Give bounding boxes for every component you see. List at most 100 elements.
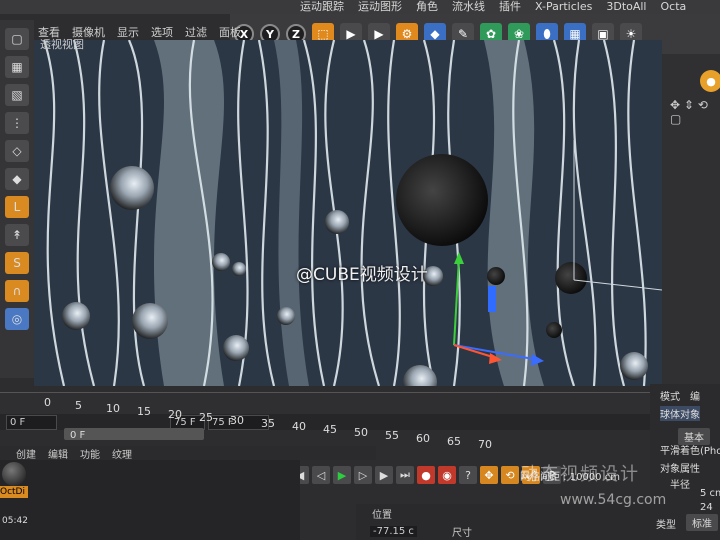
timeline-tick-label: 10	[106, 402, 120, 415]
size-section-label: 尺寸	[452, 528, 472, 539]
attr-radius-field[interactable]: 5 cm	[700, 488, 720, 499]
sphere	[223, 335, 249, 361]
rotate-key-button[interactable]: ⟲	[501, 466, 519, 484]
axis-z-label: Z	[292, 27, 300, 41]
sphere	[212, 253, 230, 271]
timeline-tick-label: 20	[168, 408, 182, 421]
attr-object-name[interactable]: 球体对象	[660, 406, 700, 421]
timeline-tick-label: 25	[199, 411, 213, 424]
points-mode-icon[interactable]: ⋮	[5, 112, 29, 134]
snap-icon[interactable]: S	[5, 252, 29, 274]
position-section-label: 位置	[372, 510, 392, 521]
prev-frame-button[interactable]: ◁	[312, 466, 330, 484]
large-sphere	[396, 154, 488, 246]
menu-pipeline[interactable]: 流水线	[452, 0, 485, 14]
attr-radius-label: 半径	[670, 480, 690, 491]
timeline-tick-label: 50	[354, 426, 368, 439]
edges-mode-icon[interactable]: ◇	[5, 140, 29, 162]
material-manager-area[interactable]	[0, 460, 300, 540]
texture-mode-icon[interactable]: ▦	[5, 56, 29, 78]
attr-type-dropdown[interactable]: 标准	[686, 514, 718, 531]
sphere	[620, 352, 648, 380]
timeline-tick-label: 65	[447, 435, 461, 448]
timeline-tick-label: 30	[230, 414, 244, 427]
attr-type-label: 类型	[656, 520, 676, 531]
viewport-scene	[34, 40, 662, 386]
left-tool-palette: ▢ ▦ ▧ ⋮ ◇ ◆ L ↟ S ∩ ◎	[0, 20, 34, 378]
attr-edit-menu[interactable]: 编	[690, 388, 700, 403]
keyframe-selection-button[interactable]: ?	[459, 466, 477, 484]
mat-menu-function[interactable]: 功能	[80, 446, 100, 461]
sphere	[110, 166, 154, 210]
timeline-tick-label: 0	[44, 396, 51, 409]
weibo-watermark: @CUBE视频设计	[296, 265, 428, 285]
sphere	[62, 302, 90, 330]
record-button[interactable]: ●	[417, 466, 435, 484]
attr-segments-field[interactable]: 24	[700, 502, 713, 513]
timeline-tick-label: 15	[137, 405, 151, 418]
coordinates-panel: 位置 尺寸 -77.15 c	[356, 504, 656, 540]
vp-menu-filter[interactable]: 过滤	[185, 24, 207, 40]
menu-octane[interactable]: Octa	[661, 0, 687, 14]
timeline-tick-label: 55	[385, 429, 399, 442]
mat-menu-texture[interactable]: 纹理	[112, 446, 132, 461]
goto-end-button[interactable]: ⏭	[396, 466, 414, 484]
axis-mode-icon[interactable]: L	[5, 196, 29, 218]
axis-x-label: X	[239, 27, 249, 41]
menu-plugins[interactable]: 插件	[499, 0, 521, 14]
viewport-nav-icons[interactable]: ✥ ⇕ ⟲ ▢	[670, 98, 720, 126]
play-button[interactable]: ▶	[333, 466, 351, 484]
sphere	[232, 262, 246, 276]
sphere	[487, 267, 505, 285]
menu-3dtoall[interactable]: 3DtoAll	[606, 0, 646, 14]
attr-smooth-tag[interactable]: 平滑着色(Phon	[660, 442, 720, 457]
material-manager-menu: 创建 编辑 功能 纹理	[0, 446, 376, 461]
timeline-tick-label: 35	[261, 417, 275, 430]
sphere	[325, 210, 349, 234]
timeline-tick-label: 60	[416, 432, 430, 445]
vp-menu-display[interactable]: 显示	[117, 24, 139, 40]
start-frame-label: 0 F	[70, 430, 86, 441]
vp-menu-panel[interactable]: 面板	[219, 24, 241, 40]
sphere	[546, 322, 562, 338]
attributes-panel: 模式 编 球体对象 基本 平滑着色(Phon 对象属性 半径 5 cm 24 类…	[650, 384, 720, 540]
vp-menu-options[interactable]: 选项	[151, 24, 173, 40]
attr-mode-menu[interactable]: 模式	[660, 388, 680, 403]
current-frame-field[interactable]: 0 F	[6, 415, 57, 430]
tweak-icon[interactable]: ↟	[5, 224, 29, 246]
mat-menu-edit[interactable]: 编辑	[48, 446, 68, 461]
menu-character[interactable]: 角色	[416, 0, 438, 14]
model-mode-icon[interactable]: ▢	[5, 28, 29, 50]
next-frame-button[interactable]: ▷	[354, 466, 372, 484]
next-key-button[interactable]: ▶	[375, 466, 393, 484]
material-name[interactable]: OctDi	[0, 486, 28, 498]
sphere	[277, 307, 295, 325]
octane-logo-icon[interactable]: ●	[700, 70, 720, 92]
sphere	[132, 303, 168, 339]
timeline-tick-label: 5	[75, 399, 82, 412]
workplane-icon[interactable]: ▧	[5, 84, 29, 106]
mat-menu-create[interactable]: 创建	[16, 446, 36, 461]
polygons-mode-icon[interactable]: ◆	[5, 168, 29, 190]
magnet-icon[interactable]: ∩	[5, 280, 29, 302]
brand-url: www.54cg.com	[560, 492, 667, 508]
timeline-tick-label: 70	[478, 438, 492, 451]
playback-controls: ⏮ ◀ ◁ ▶ ▷ ▶ ⏭ ● ◉ ? ✥ ⟲ ⤢ P	[270, 466, 561, 486]
c4d-window: 运动跟踪 运动图形 角色 流水线 插件 X-Particles 3DtoAll …	[0, 0, 720, 540]
render-time: 05:42	[2, 516, 28, 526]
timeline-tick-label: 45	[323, 423, 337, 436]
move-key-button[interactable]: ✥	[480, 466, 498, 484]
axis-y-label: Y	[266, 27, 274, 41]
viewport-label: 透视视图	[40, 38, 84, 51]
perspective-viewport[interactable]	[34, 40, 662, 386]
menu-mograph[interactable]: 运动图形	[358, 0, 402, 14]
menu-motion-tracking[interactable]: 运动跟踪	[300, 0, 344, 14]
attr-object-props: 对象属性	[660, 464, 700, 475]
timeline-tick-label: 40	[292, 420, 306, 433]
autokey-button[interactable]: ◉	[438, 466, 456, 484]
position-x-field[interactable]: -77.15 c	[370, 526, 417, 537]
sculpt-icon[interactable]: ◎	[5, 308, 29, 330]
main-menu-bar: 运动跟踪 运动图形 角色 流水线 插件 X-Particles 3DtoAll …	[0, 0, 720, 14]
menu-xparticles[interactable]: X-Particles	[535, 0, 592, 14]
material-preview-ball[interactable]	[2, 462, 26, 486]
